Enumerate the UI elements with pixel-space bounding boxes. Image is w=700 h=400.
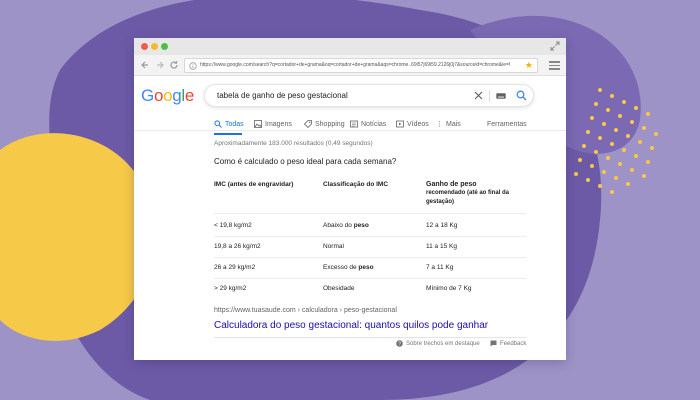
tab-more[interactable]: ⋮ Mais: [436, 120, 461, 130]
search-input[interactable]: tabela de ganho de peso gestacional: [217, 85, 348, 107]
snippet-question: Como é calculado o peso ideal para cada …: [214, 157, 397, 166]
table-divider: [214, 257, 526, 258]
cell-imc: 26 a 29 kg/m2: [214, 264, 256, 271]
cell-classification: Excesso de peso: [323, 263, 374, 272]
search-icon[interactable]: [516, 90, 527, 101]
search-results-page: Google tabela de ganho de peso gestacion…: [134, 76, 566, 360]
search-icon: [214, 120, 222, 129]
column-header-classification: Classificação do IMC: [323, 181, 389, 188]
tab-tools[interactable]: Ferramentas: [487, 120, 527, 130]
minimize-window-button[interactable]: [151, 43, 158, 50]
tab-label: Ferramentas: [487, 121, 527, 128]
title-bar: [134, 38, 566, 55]
class-bold: peso: [358, 264, 374, 271]
active-tab-indicator: [214, 133, 242, 135]
table-divider: [214, 236, 526, 237]
address-bar[interactable]: https://www.google.com/search?q=cortador…: [184, 58, 538, 73]
results-count: Aproximadamente 183.000 resultados (0,49…: [214, 140, 373, 147]
keyboard-icon[interactable]: [496, 93, 506, 99]
url-text[interactable]: https://www.google.com/search?q=cortador…: [200, 61, 510, 70]
image-icon: [254, 120, 262, 129]
tab-label: Vídeos: [407, 121, 429, 128]
back-arrow-icon[interactable]: [140, 60, 150, 70]
snippet-footer-divider: [214, 337, 526, 338]
feedback-link[interactable]: Feedback: [490, 340, 526, 349]
google-logo[interactable]: Google: [141, 85, 194, 107]
cell-imc: > 29 kg/m2: [214, 285, 247, 292]
news-icon: [350, 120, 358, 128]
bookmark-star-icon[interactable]: ★: [525, 59, 533, 72]
forward-arrow-icon[interactable]: [155, 60, 165, 70]
tab-label: Todas: [225, 121, 244, 128]
search-tabs: Todas Imagens Shopping Notícias Vídeos ⋮…: [214, 120, 534, 136]
video-icon: [396, 120, 404, 128]
result-title-link[interactable]: Calculadora do peso gestacional: quantos…: [214, 319, 488, 332]
logo-letter: o: [163, 86, 173, 105]
class-text: Excesso de: [323, 264, 359, 271]
tab-all[interactable]: Todas: [214, 120, 244, 130]
gain-title: Ganho de peso: [426, 181, 477, 188]
tab-label: Imagens: [265, 121, 292, 128]
class-text: Normal: [323, 243, 344, 250]
class-text: Obesidade: [323, 285, 355, 292]
tag-icon: [304, 120, 312, 129]
close-window-button[interactable]: [141, 43, 148, 50]
gain-subtitle: recomendado (até ao final da gestação): [426, 190, 510, 205]
tab-images[interactable]: Imagens: [254, 120, 292, 130]
more-dots-icon: ⋮: [436, 121, 443, 128]
reload-icon[interactable]: [169, 60, 179, 70]
search-box[interactable]: tabela de ganho de peso gestacional: [204, 84, 534, 107]
cell-classification: Obesidade: [323, 284, 354, 293]
divider: [489, 90, 490, 102]
cell-gain: 11 a 15 Kg: [426, 243, 457, 250]
help-icon: ?: [396, 340, 403, 347]
tab-videos[interactable]: Vídeos: [396, 120, 429, 130]
tab-label: Mais: [446, 121, 461, 128]
column-header-gain: Ganho de peso recomendado (até ao final …: [426, 180, 536, 207]
info-icon[interactable]: [189, 62, 197, 70]
tab-label: Notícias: [361, 121, 387, 128]
logo-letter: e: [184, 86, 195, 105]
cell-classification: Abaixo do peso: [323, 221, 369, 230]
result-url[interactable]: https://www.tuasaude.com › calculadora ›…: [214, 306, 397, 315]
browser-toolbar: https://www.google.com/search?q=cortador…: [134, 55, 566, 76]
cell-imc: < 19,8 kg/m2: [214, 222, 252, 229]
tab-shopping[interactable]: Shopping: [304, 120, 345, 130]
svg-text:?: ?: [398, 341, 401, 347]
table-divider: [214, 278, 526, 279]
feedback-label: Feedback: [500, 341, 527, 348]
class-bold: peso: [353, 222, 369, 229]
cell-gain: 7 a 11 Kg: [426, 264, 454, 271]
cell-gain: Mínimo de 7 Kg: [426, 285, 472, 292]
expand-icon[interactable]: [550, 41, 560, 51]
table-divider: [214, 213, 526, 214]
logo-letter: G: [141, 86, 154, 105]
about-label: Sobre trechos em destaque: [406, 341, 480, 348]
cell-imc: 19,8 a 26 kg/m2: [214, 243, 261, 250]
maximize-window-button[interactable]: [161, 43, 168, 50]
class-text: Abaixo do: [323, 222, 354, 229]
cell-classification: Normal: [323, 242, 344, 251]
browser-window: https://www.google.com/search?q=cortador…: [134, 38, 566, 360]
about-snippets-link[interactable]: ? Sobre trechos em destaque: [396, 340, 480, 349]
clear-icon[interactable]: [474, 91, 483, 100]
feedback-icon: [490, 340, 497, 347]
column-header-imc: IMC (antes de engravidar): [214, 181, 294, 188]
tabs-divider: [134, 130, 566, 131]
tab-label: Shopping: [315, 121, 345, 128]
cell-gain: 12 a 18 Kg: [426, 222, 458, 229]
browser-menu-icon[interactable]: [549, 61, 560, 70]
logo-letter: o: [153, 86, 164, 105]
tab-news[interactable]: Notícias: [350, 120, 386, 130]
